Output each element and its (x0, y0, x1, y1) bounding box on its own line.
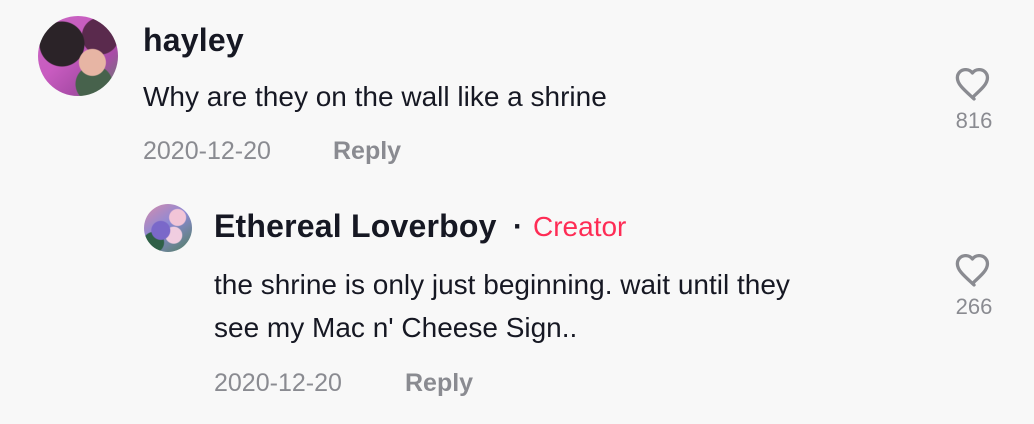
like-count: 266 (955, 294, 993, 319)
reply-button[interactable]: Reply (405, 369, 473, 398)
like-count: 816 (955, 108, 993, 133)
reply-text-line-1: the shrine is only just beginning. wait … (214, 269, 790, 300)
username-separator: · (513, 210, 523, 243)
comment-text: Why are they on the wall like a shrine (143, 81, 607, 112)
reply-text-line-2: see my Mac n' Cheese Sign.. (214, 312, 578, 343)
heart-outline-icon (955, 254, 990, 287)
comment-date: 2020-12-20 (143, 137, 271, 165)
reply-date: 2020-12-20 (214, 369, 342, 397)
creator-avatar[interactable] (144, 204, 192, 252)
reply-username[interactable]: Ethereal Loverboy (214, 208, 497, 245)
heart-outline-icon (955, 68, 990, 101)
user-avatar[interactable] (38, 16, 118, 96)
comment-username[interactable]: hayley (143, 22, 244, 59)
creator-badge: Creator (533, 211, 627, 242)
like-button[interactable] (955, 68, 993, 102)
reply-button[interactable]: Reply (333, 137, 401, 166)
like-button[interactable] (955, 254, 993, 288)
